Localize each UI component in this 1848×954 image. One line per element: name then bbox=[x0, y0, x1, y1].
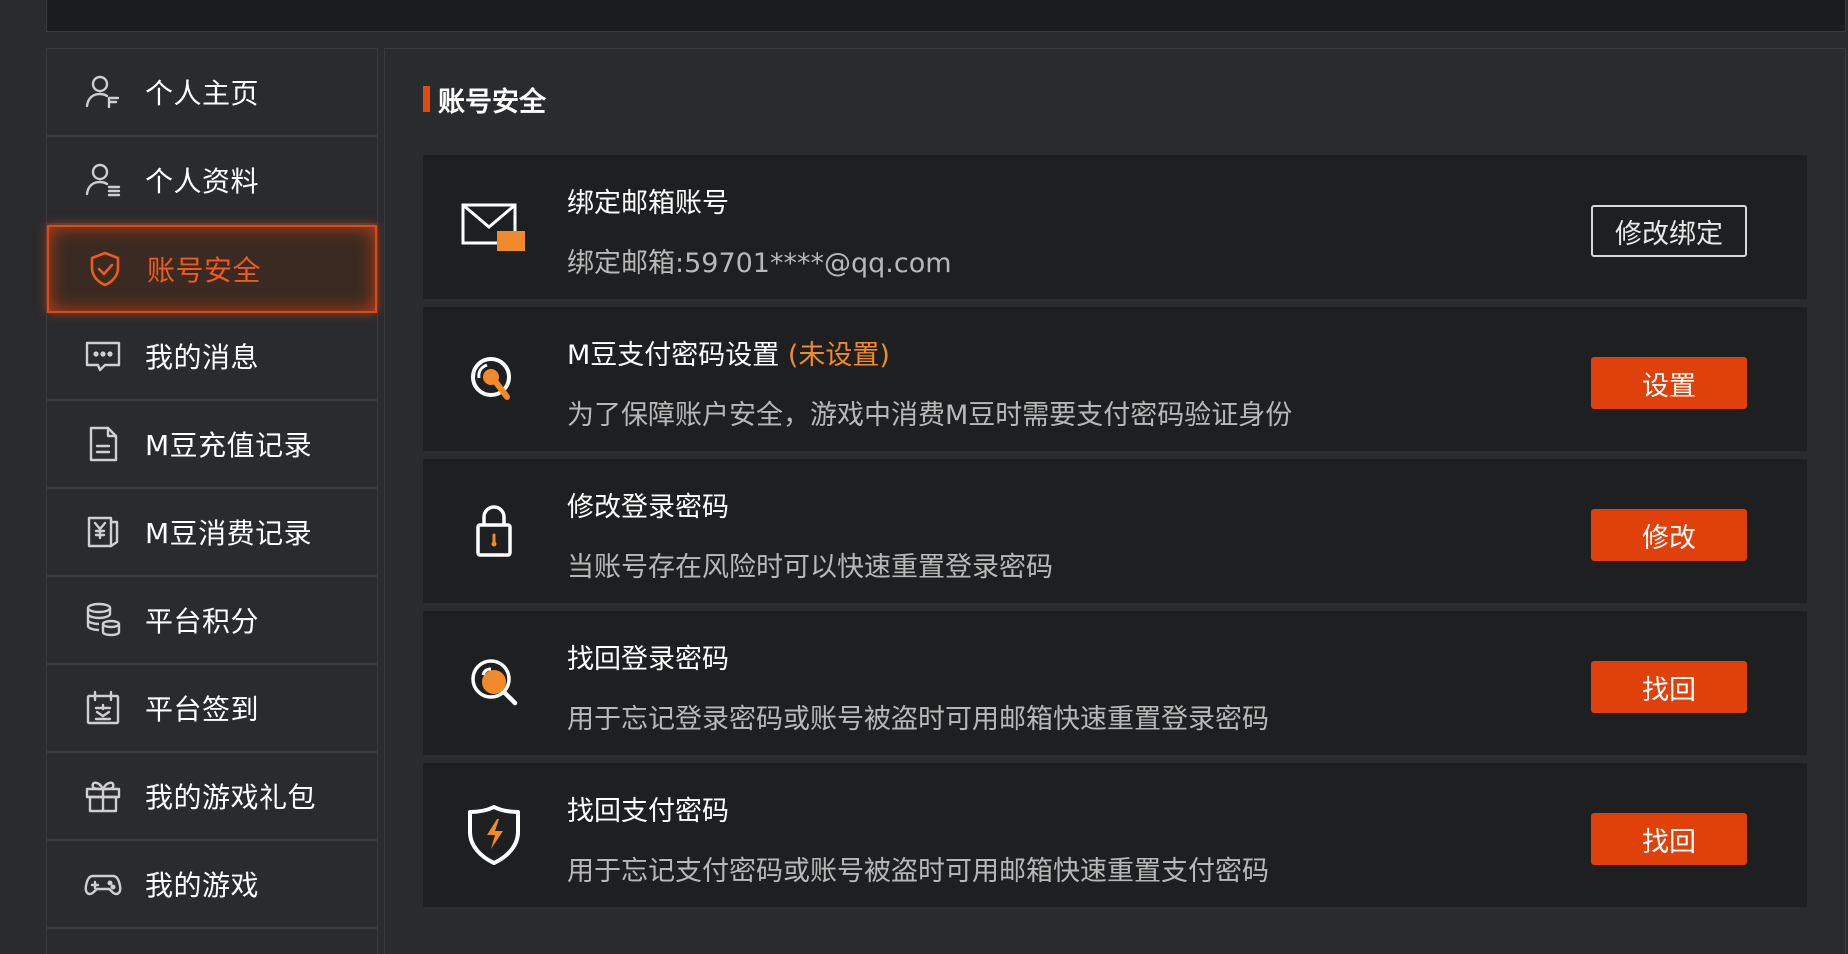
shield-bolt-icon bbox=[459, 805, 529, 865]
sidebar-item-label: 平台签到 bbox=[145, 693, 260, 726]
sidebar-item-messages[interactable]: 我的消息 bbox=[47, 313, 377, 401]
user-profile-icon bbox=[83, 160, 123, 200]
status-badge: (未设置) bbox=[787, 340, 890, 371]
sidebar-item-points[interactable]: 平台积分 bbox=[47, 577, 377, 665]
card-title-text: 修改登录密码 bbox=[567, 492, 729, 523]
sidebar: 个人主页 个人资料 账号安全 我的消息 M豆充值记录 M豆消费记录 平台积分 平… bbox=[46, 48, 378, 954]
card-title-text: 绑定邮箱账号 bbox=[567, 188, 729, 219]
card-title: 找回登录密码 bbox=[567, 637, 729, 676]
sidebar-item-checkin[interactable]: 平台签到 bbox=[47, 665, 377, 753]
card-title-text: 找回支付密码 bbox=[567, 796, 729, 827]
card-description: 绑定邮箱:59701****@qq.com bbox=[567, 248, 952, 279]
sidebar-item-label: 我的游戏礼包 bbox=[145, 781, 317, 814]
shield-check-icon bbox=[85, 249, 125, 289]
pay-password-icon bbox=[459, 349, 529, 409]
sidebar-item-gift-packs[interactable]: 我的游戏礼包 bbox=[47, 753, 377, 841]
modify-binding-button[interactable]: 修改绑定 bbox=[1591, 205, 1747, 257]
user-home-icon bbox=[83, 72, 123, 112]
mail-icon bbox=[459, 197, 529, 257]
sidebar-item-consume-records[interactable]: M豆消费记录 bbox=[47, 489, 377, 577]
card-title: 找回支付密码 bbox=[567, 789, 729, 828]
sidebar-item-label: 个人资料 bbox=[145, 165, 260, 198]
card-description: 为了保障账户安全，游戏中消费M豆时需要支付密码验证身份 bbox=[567, 400, 1293, 431]
main-panel: 账号安全 绑定邮箱账号 绑定邮箱:59701****@qq.com 修改绑定 M… bbox=[384, 48, 1846, 954]
card-title-text: M豆支付密码设置 bbox=[567, 340, 788, 371]
card-description: 用于忘记支付密码或账号被盗时可用邮箱快速重置支付密码 bbox=[567, 856, 1269, 887]
lock-icon bbox=[459, 501, 529, 561]
card-title: 修改登录密码 bbox=[567, 485, 729, 524]
card-title-text: 找回登录密码 bbox=[567, 644, 729, 675]
recover-login-password-button[interactable]: 找回 bbox=[1591, 661, 1747, 713]
page-title: 账号安全 bbox=[438, 86, 546, 118]
card-pay-password: M豆支付密码设置 (未设置) 为了保障账户安全，游戏中消费M豆时需要支付密码验证… bbox=[423, 307, 1807, 451]
sidebar-item-label: 个人主页 bbox=[145, 77, 260, 110]
card-change-login-password: 修改登录密码 当账号存在风险时可以快速重置登录密码 修改 bbox=[423, 459, 1807, 603]
sidebar-item-label: 平台积分 bbox=[145, 605, 260, 638]
receipt-icon bbox=[83, 512, 123, 552]
card-recover-login-password: 找回登录密码 用于忘记登录密码或账号被盗时可用邮箱快速重置登录密码 找回 bbox=[423, 611, 1807, 755]
recover-pay-password-button[interactable]: 找回 bbox=[1591, 813, 1747, 865]
title-accent-bar bbox=[423, 86, 430, 112]
gift-icon bbox=[83, 776, 123, 816]
card-bind-email: 绑定邮箱账号 绑定邮箱:59701****@qq.com 修改绑定 bbox=[423, 155, 1807, 299]
coins-icon bbox=[83, 600, 123, 640]
gamepad-icon bbox=[83, 864, 123, 904]
card-title: 绑定邮箱账号 bbox=[567, 181, 729, 220]
sidebar-item-label: M豆充值记录 bbox=[145, 429, 313, 462]
sidebar-item-label: 账号安全 bbox=[147, 254, 262, 287]
card-description: 用于忘记登录密码或账号被盗时可用邮箱快速重置登录密码 bbox=[567, 704, 1269, 735]
top-header-bar bbox=[46, 0, 1846, 32]
document-icon bbox=[83, 424, 123, 464]
card-recover-pay-password: 找回支付密码 用于忘记支付密码或账号被盗时可用邮箱快速重置支付密码 找回 bbox=[423, 763, 1807, 907]
sidebar-item-label: 我的游戏 bbox=[145, 869, 260, 902]
calendar-sign-icon bbox=[83, 688, 123, 728]
sidebar-item-label: M豆消费记录 bbox=[145, 517, 313, 550]
sidebar-item-home[interactable]: 个人主页 bbox=[47, 49, 377, 137]
search-key-icon bbox=[459, 653, 529, 713]
modify-login-password-button[interactable]: 修改 bbox=[1591, 509, 1747, 561]
sidebar-item-recharge-records[interactable]: M豆充值记录 bbox=[47, 401, 377, 489]
card-description: 当账号存在风险时可以快速重置登录密码 bbox=[567, 552, 1053, 583]
message-icon bbox=[83, 336, 123, 376]
section-title: 账号安全 bbox=[423, 85, 546, 118]
set-pay-password-button[interactable]: 设置 bbox=[1591, 357, 1747, 409]
sidebar-item-my-games[interactable]: 我的游戏 bbox=[47, 841, 377, 929]
sidebar-item-label: 我的消息 bbox=[145, 341, 260, 374]
sidebar-item-security[interactable]: 账号安全 bbox=[47, 225, 377, 313]
sidebar-item-profile[interactable]: 个人资料 bbox=[47, 137, 377, 225]
card-title: M豆支付密码设置 (未设置) bbox=[567, 333, 890, 372]
